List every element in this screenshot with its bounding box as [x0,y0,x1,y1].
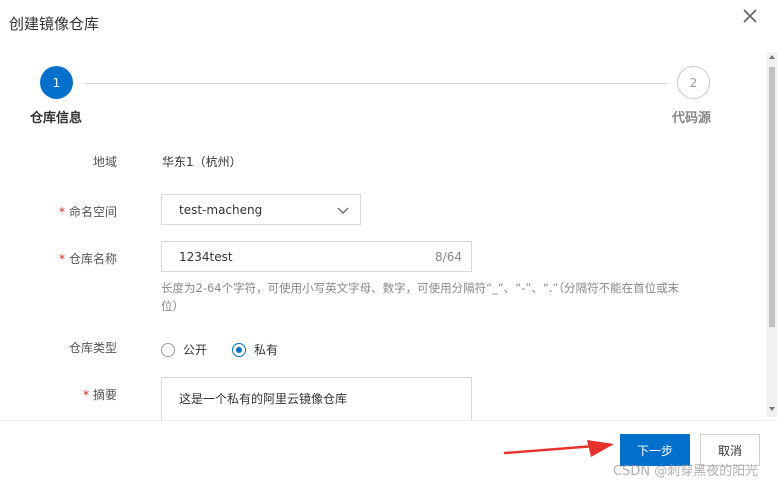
radio-private[interactable]: 私有 [232,341,278,358]
footer-divider [0,420,777,421]
step-2-title: 代码源 [672,111,712,126]
summary-label: * 摘要 [82,388,117,402]
red-arrow-annotation [503,440,614,457]
repo-name-value: 1234test [179,249,233,264]
step-connector-line [85,83,667,84]
region-value: 华东1（杭州） [162,155,242,169]
required-mark: * [82,388,89,402]
char-counter: 8/64 [435,250,462,264]
step-1-title: 仓库信息 [30,111,83,126]
watermark: CSDN @刺穿黑夜的阳光 [613,464,759,479]
namespace-selected-value: test-macheng [179,202,263,217]
namespace-label: * 命名空间 [58,205,117,219]
required-mark: * [58,205,65,219]
dialog-title: 创建镜像仓库 [9,15,100,33]
scroll-up-arrow-icon[interactable] [769,55,775,59]
step-indicator: 1 2 仓库信息 代码源 [0,64,777,126]
scrollbar[interactable] [767,52,777,417]
summary-textarea[interactable]: 这是一个私有的阿里云镜像仓库 [161,377,472,421]
namespace-select[interactable]: test-macheng [161,194,361,225]
repo-name-hint: 长度为2-64个字符，可使用小写英文字母、数字，可使用分隔符“_”、“-”、“.… [161,281,680,313]
step-1-circle: 1 [40,66,73,99]
scroll-down-arrow-icon[interactable] [769,407,775,411]
close-icon[interactable] [740,6,760,26]
radio-checked-icon [232,342,247,357]
step-2-circle: 2 [677,66,710,99]
repo-name-label: * 仓库名称 [58,252,117,266]
region-label: 地域 [92,155,117,169]
radio-public[interactable]: 公开 [161,341,207,358]
scrollbar-thumb[interactable] [769,67,775,327]
required-mark: * [58,252,65,266]
repo-type-radio-group: 公开 私有 [161,341,303,358]
repo-type-label: 仓库类型 [68,341,117,355]
chevron-down-icon [336,203,350,217]
radio-unchecked-icon [161,342,175,357]
repo-name-input[interactable]: 1234test 8/64 [161,241,472,272]
